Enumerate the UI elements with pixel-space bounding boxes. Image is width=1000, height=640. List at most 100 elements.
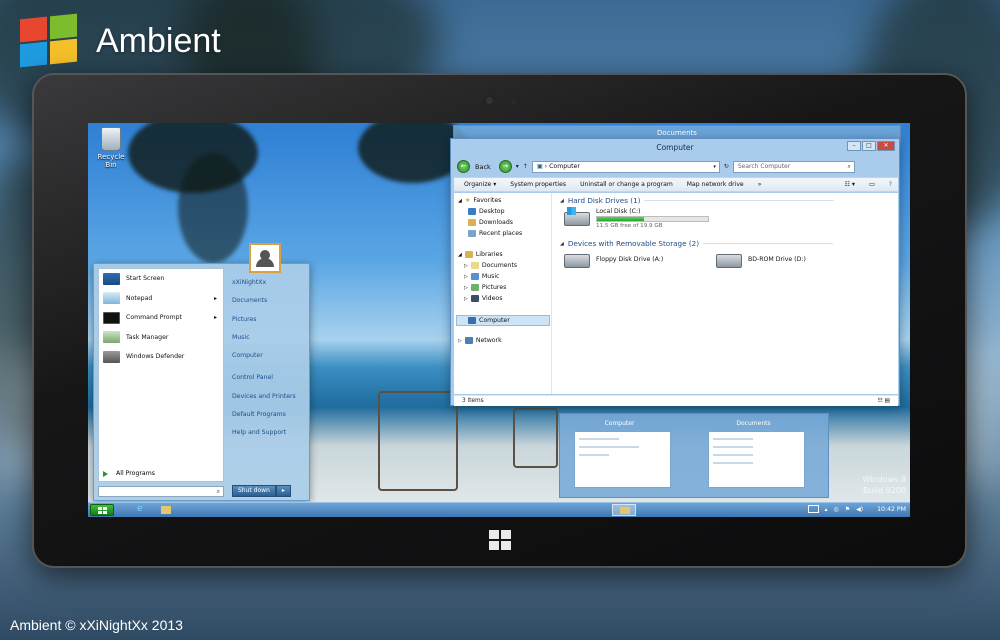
action-center-icon[interactable] [807, 505, 819, 513]
address-bar[interactable]: ▣ › Computer ▾ [531, 160, 720, 173]
thumbnail-computer[interactable]: Computer [566, 418, 673, 492]
nav-item-label: Pictures [481, 284, 507, 291]
map-network-drive-button[interactable]: Map network drive [687, 181, 744, 188]
back-arrow-icon[interactable]: ← [457, 160, 470, 173]
submenu-arrow-icon[interactable]: ▸ [214, 314, 217, 321]
thumbnail-image [708, 431, 805, 488]
taskbar-ie-button[interactable]: e [130, 504, 154, 516]
recycle-bin-shortcut[interactable]: Recycle Bin [94, 127, 128, 169]
taskbar-explorer-button[interactable] [154, 504, 178, 516]
start-search-input[interactable]: ⌕ [98, 486, 224, 497]
watermark-line: Build 9200 [863, 486, 906, 495]
recent-dropdown-icon[interactable]: ▾ [516, 163, 519, 170]
build-watermark: Windows 8 Build 9200 [863, 474, 906, 496]
nav-item-label: Desktop [479, 208, 505, 215]
command-bar: Organize ▾ System properties Uninstall o… [454, 177, 898, 192]
start-item-command-prompt[interactable]: Command Prompt ▸ [99, 308, 223, 328]
libraries-node[interactable]: ◢ Libraries [458, 251, 503, 258]
camera-icon [484, 95, 495, 106]
close-button[interactable]: ✕ [877, 141, 895, 151]
show-hidden-icons[interactable]: ▴ [825, 506, 828, 513]
copyright-text: Ambient © xXiNightXx 2013 [10, 617, 183, 633]
nav-item-documents[interactable]: ▷ Documents [464, 262, 517, 269]
hard-disk-group-header[interactable]: ◢ Hard Disk Drives (1) [560, 196, 835, 205]
place-help-support[interactable]: Help and Support [232, 428, 308, 446]
tablet-screen: Recycle Bin Documents Computer – □ ✕ ← B… [88, 123, 910, 517]
flag-icon[interactable]: ⚑ [845, 506, 850, 513]
internet-explorer-icon: e [137, 504, 143, 514]
removable-group-header[interactable]: ◢ Devices with Removable Storage (2) [560, 239, 834, 248]
nav-item-pictures[interactable]: ▷ Pictures [464, 284, 506, 291]
back-label[interactable]: Back [475, 163, 491, 171]
search-input[interactable]: Search Computer ⌕ [732, 160, 855, 173]
more-commands-button[interactable]: » [758, 181, 762, 188]
group-label: Devices with Removable Storage (2) [567, 239, 700, 248]
start-item-start-screen[interactable]: Start Screen [99, 269, 223, 289]
favorites-node[interactable]: ◢ ★ Favorites [458, 197, 501, 204]
forward-arrow-icon[interactable]: → [498, 160, 512, 173]
start-screen-icon [103, 272, 120, 285]
nav-item-computer[interactable]: Computer [456, 315, 550, 326]
place-default-programs[interactable]: Default Programs [232, 410, 308, 428]
start-item-label: Start Screen [126, 275, 165, 283]
computer-icon: ▣ [536, 162, 543, 170]
floppy-drive-a[interactable]: Floppy Disk Drive (A:) [564, 251, 704, 271]
start-item-task-manager[interactable]: Task Manager [99, 328, 223, 348]
computer-explorer-window[interactable]: Computer – □ ✕ ← Back → ▾ ↑ ▣ › Computer… [450, 138, 900, 406]
refresh-icon[interactable]: ↻ [724, 163, 729, 170]
nav-item-downloads[interactable]: Downloads [468, 219, 513, 226]
nav-item-network[interactable]: ▷ Network [458, 337, 502, 344]
place-pictures[interactable]: Pictures [232, 315, 308, 333]
up-arrow-icon[interactable]: ↑ [523, 163, 528, 170]
shutdown-button[interactable]: Shut down [232, 485, 276, 497]
nav-item-desktop[interactable]: Desktop [468, 208, 505, 215]
preview-pane-icon[interactable]: ▭ [869, 181, 875, 188]
nav-item-label: Recent places [479, 230, 523, 237]
clock[interactable]: 10:42 PM [877, 506, 906, 513]
place-computer[interactable]: Computer [232, 351, 308, 369]
view-toggle-icons[interactable]: ☷ ▤ [877, 396, 890, 407]
nav-item-label: Videos [481, 295, 503, 302]
maximize-button[interactable]: □ [862, 141, 876, 151]
place-music[interactable]: Music [232, 333, 308, 351]
wallpaper-chair [378, 391, 458, 491]
bd-rom-drive-d[interactable]: BD-ROM Drive (D:) [716, 251, 856, 271]
start-item-notepad[interactable]: Notepad ▸ [99, 289, 223, 309]
submenu-arrow-icon[interactable]: ▸ [214, 295, 217, 302]
address-dropdown-icon[interactable]: ▾ [713, 162, 716, 172]
favorites-label: Favorites [473, 197, 502, 204]
minimize-button[interactable]: – [847, 141, 861, 151]
shutdown-options-button[interactable]: ▸ [275, 485, 291, 497]
network-icon[interactable]: ◎ [834, 506, 839, 513]
drive-name: Floppy Disk Drive (A:) [596, 256, 664, 263]
volume-icon[interactable]: ◀) [856, 506, 863, 513]
windows-home-button[interactable] [489, 530, 511, 550]
nav-item-recent-places[interactable]: Recent places [468, 230, 522, 237]
start-item-windows-defender[interactable]: Windows Defender [99, 347, 223, 367]
system-properties-button[interactable]: System properties [510, 181, 566, 188]
drive-free-space: 11.5 GB free of 19.9 GB [596, 223, 663, 229]
system-tray: ▴ ◎ ⚑ ◀) 10:42 PM [807, 505, 906, 513]
place-control-panel[interactable]: Control Panel [232, 373, 308, 391]
thumbnail-documents[interactable]: Documents [700, 418, 807, 492]
user-avatar[interactable] [249, 243, 281, 273]
taskbar-thumbnail-preview: Computer Documents [559, 413, 829, 498]
local-disk-c[interactable]: Local Disk (C:) 11.5 GB free of 19.9 GB [564, 207, 724, 230]
view-options-icon[interactable]: ☷ ▾ [845, 181, 855, 188]
thumbnail-image [574, 431, 671, 488]
nav-item-videos[interactable]: ▷ Videos [464, 295, 502, 302]
place-devices-printers[interactable]: Devices and Printers [232, 392, 308, 410]
place-documents[interactable]: Documents [232, 296, 308, 314]
window-title-bar[interactable]: Computer – □ ✕ [451, 139, 899, 156]
folder-icon [161, 506, 171, 514]
uninstall-program-button[interactable]: Uninstall or change a program [580, 181, 673, 188]
help-icon[interactable]: ? [889, 181, 892, 188]
organize-menu[interactable]: Organize ▾ [464, 181, 496, 188]
documents-icon [470, 262, 479, 269]
start-button[interactable] [90, 504, 114, 516]
place-user[interactable]: xXiNightXx [232, 278, 308, 296]
nav-item-music[interactable]: ▷ Music [464, 273, 499, 280]
all-programs-button[interactable]: All Programs [103, 470, 155, 477]
watermark-line: Windows 8 [862, 475, 906, 484]
taskbar-explorer-active[interactable] [612, 504, 636, 516]
